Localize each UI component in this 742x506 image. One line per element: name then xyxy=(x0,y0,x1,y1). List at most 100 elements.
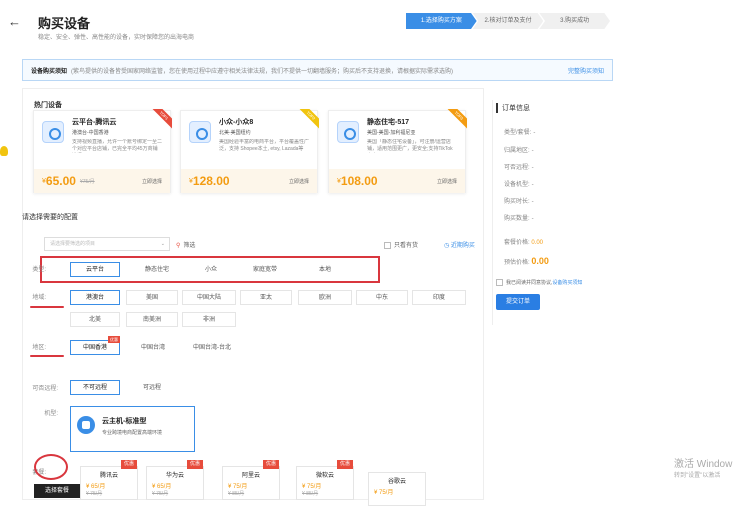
back-arrow-icon[interactable]: ← xyxy=(8,14,21,29)
region-option[interactable]: 亚太 xyxy=(240,290,292,305)
card-tag: 美国-美国-加利福尼亚 xyxy=(367,130,416,136)
hot-card-niche[interactable]: TOP2 小众-小众8 北美-美国纽约 美国经验丰富的电商平台，平台覆盖性广泛，… xyxy=(180,109,319,193)
agreement-link[interactable]: 设备购买须知 xyxy=(552,280,582,286)
remote-option-no[interactable]: 不可远程 xyxy=(70,380,120,395)
page-title: 购买设备 xyxy=(38,16,91,31)
estimated-price: 预估价格: 0.00 xyxy=(504,256,549,266)
card-name: 静态住宅-517 xyxy=(367,119,410,126)
notice-link[interactable]: 完整购买须知 xyxy=(568,66,604,75)
area-option-taiwan[interactable]: 中国台湾 xyxy=(126,340,180,355)
supplier-huawei[interactable]: 优惠 华为云 ¥ 65/月 ¥ 75/月 xyxy=(146,460,204,500)
cloud-server-icon xyxy=(189,121,211,143)
region-underline xyxy=(30,306,64,308)
clock-icon: ◷ xyxy=(444,243,451,249)
filter-select-placeholder: 请选择要筛选的项目 xyxy=(50,241,96,247)
type-option-static[interactable]: 静态住宅 xyxy=(132,262,182,277)
region-option[interactable]: 南美洲 xyxy=(126,312,178,327)
supplier-aliyun[interactable]: 优惠 阿里云 ¥ 75/月 ¥ 85/月 xyxy=(222,460,280,500)
submit-order-button[interactable]: 提交订单 xyxy=(496,294,540,310)
top-ribbon: TOP3 xyxy=(447,109,467,129)
recent-purchase-link[interactable]: ◷ 近期购买 xyxy=(444,240,475,249)
region-option[interactable]: 中国大陆 xyxy=(182,290,236,305)
cloud-server-icon xyxy=(42,121,64,143)
filter-button[interactable]: ⚲ 筛选 xyxy=(176,240,195,249)
remote-label: 可否远程: xyxy=(32,386,58,392)
type-option-niche[interactable]: 小众 xyxy=(186,262,236,277)
config-title: 请选择需要的配置 xyxy=(22,214,78,221)
notice-text: (紫鸟提供的设备皆受国家网络监管，您在使用过程中应遵守相关法律法规，我们不提供一… xyxy=(71,68,454,75)
package-fee: 套餐价格: 0.00 xyxy=(504,240,544,246)
region-option[interactable]: 中东 xyxy=(356,290,408,305)
region-option[interactable]: 非洲 xyxy=(182,312,236,327)
cloud-server-icon xyxy=(337,121,359,143)
card-desc: 美国经验丰富的电商平台，平台覆盖性广泛，支持 Shopee本土, etsy, L… xyxy=(219,139,309,152)
checkbox-icon xyxy=(496,279,503,287)
discount-badge: 优惠 xyxy=(186,460,203,469)
model-card[interactable]: 云主机-标准型 专业跨境电商配置高端环境 xyxy=(70,406,195,452)
chevron-down-icon: ⌄ xyxy=(160,241,165,247)
order-row: 设备机型: - xyxy=(504,182,534,188)
order-title: 订单信息 xyxy=(496,103,530,113)
checkbox-icon xyxy=(384,241,391,249)
hot-devices-title: 热门设备 xyxy=(34,102,62,109)
supplier-highlight-circle xyxy=(34,454,68,480)
remote-option-yes[interactable]: 可远程 xyxy=(126,380,178,395)
card-name: 小众-小众8 xyxy=(219,119,254,126)
area-option-hongkong[interactable]: 中国香港 优惠 xyxy=(70,336,120,355)
type-option-cloud[interactable]: 云平台 xyxy=(70,262,120,277)
supplier-tencent[interactable]: 优惠 腾讯云 ¥ 65/月 ¥ 75/月 xyxy=(80,460,138,500)
purchase-notice: 设备购买须知 (紫鸟提供的设备皆受国家网络监管，您在使用过程中应遵守相关法律法规… xyxy=(22,59,613,81)
card-tag: 北美-美国纽约 xyxy=(219,130,251,136)
discount-badge: 优惠 xyxy=(262,460,279,469)
card-select-link[interactable]: 立即选择 xyxy=(437,178,457,185)
order-row: 归属地区: - xyxy=(504,148,534,154)
bulb-icon xyxy=(0,146,8,156)
order-row: 购买数量: - xyxy=(504,216,534,222)
card-desc: 支持视频直播，允许一个账号绑定一至二个对应平台店铺，已完全平均45万商铺选择 xyxy=(72,139,162,152)
top-ribbon: TOP2 xyxy=(299,109,319,129)
server-icon xyxy=(77,416,95,434)
region-option[interactable]: 港澳台 xyxy=(70,290,120,305)
step-1: 1.选择购买方案 xyxy=(406,13,477,29)
filter-select[interactable]: 请选择要筛选的项目 ⌄ xyxy=(44,237,170,251)
type-label: 类型: xyxy=(32,267,46,273)
card-old-price: ¥75/月 xyxy=(79,178,95,185)
area-option-taipei[interactable]: 中国台湾-台北 xyxy=(184,340,240,355)
top-ribbon: TOP1 xyxy=(152,109,172,129)
region-option[interactable]: 北美 xyxy=(70,312,120,327)
hot-card-residential[interactable]: TOP3 静态住宅-517 美国-美国-加利福尼亚 美国「静态住宅设备」，可注册… xyxy=(328,109,467,193)
region-option[interactable]: 美国 xyxy=(126,290,178,305)
step-3: 3.购买成功 xyxy=(539,13,611,29)
page-subtitle: 稳定、安全、弹性、高性能的设备，实时保障您的出海电商 xyxy=(38,35,195,41)
filter-icon: ⚲ xyxy=(176,243,181,249)
in-stock-checkbox[interactable]: 只看有货 xyxy=(384,240,418,249)
discount-badge: 优惠 xyxy=(108,336,120,343)
discount-badge: 优惠 xyxy=(336,460,353,469)
card-price: 108.00 xyxy=(340,174,378,188)
model-desc: 专业跨境电商配置高端环境 xyxy=(102,430,163,436)
region-option[interactable]: 欧洲 xyxy=(298,290,352,305)
discount-badge: 优惠 xyxy=(120,460,137,469)
card-price: 65.00 xyxy=(45,174,76,188)
card-price: 128.00 xyxy=(192,174,230,188)
agreement-checkbox[interactable]: 我已阅读并同意协议,设备购买须知 xyxy=(496,279,582,287)
select-package-tooltip: 选择套餐 xyxy=(34,484,80,498)
card-select-link[interactable]: 立即选择 xyxy=(289,178,309,185)
activation-watermark-sub: 转到"设置"以激活 xyxy=(674,473,721,479)
card-tag: 港澳台-中国香港 xyxy=(72,130,109,136)
hot-card-tencent[interactable]: TOP1 云平台-腾讯云 港澳台-中国香港 支持视频直播，允许一个账号绑定一至二… xyxy=(33,109,172,193)
notice-label: 设备购买须知 xyxy=(31,68,68,75)
supplier-google[interactable]: 谷歌云 ¥ 75/月 xyxy=(368,472,426,506)
order-row: 可否远程: - xyxy=(504,165,534,171)
activation-watermark: 激活 Window xyxy=(674,459,733,470)
region-label: 地域: xyxy=(32,295,46,301)
order-row: 购买时长: - xyxy=(504,199,534,205)
card-select-link[interactable]: 立即选择 xyxy=(142,178,162,185)
step-progress: 1.选择购买方案 2.核对订单及支付 3.购买成功 xyxy=(406,13,611,29)
region-option[interactable]: 印度 xyxy=(412,290,466,305)
type-option-broadband[interactable]: 家庭宽带 xyxy=(240,262,290,277)
supplier-microsoft[interactable]: 优惠 微软云 ¥ 75/月 ¥ 85/月 xyxy=(296,460,354,500)
card-name: 云平台-腾讯云 xyxy=(72,119,117,126)
type-option-local[interactable]: 本地 xyxy=(300,262,350,277)
card-desc: 美国「静态住宅设备」，可注册/运营店铺，适用范围更广，更安全;支持TikTok本… xyxy=(367,139,453,152)
